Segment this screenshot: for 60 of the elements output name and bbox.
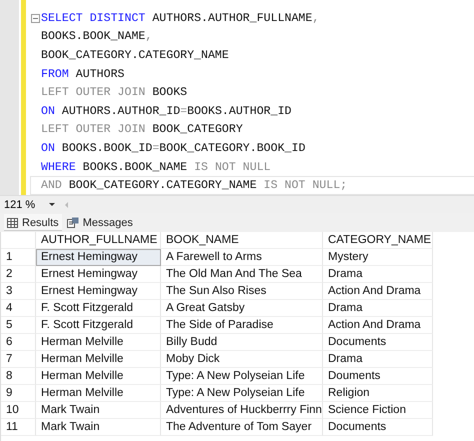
table-cell[interactable]: Ernest Hemingway xyxy=(36,249,161,266)
grid-icon xyxy=(7,218,18,228)
table-cell[interactable]: Herman Melville xyxy=(36,368,161,385)
result-tab[interactable]: Results xyxy=(4,214,62,231)
table-cell[interactable]: Herman Melville xyxy=(36,351,161,368)
row-number: 4 xyxy=(1,300,36,317)
table-cell[interactable]: Action And Drama xyxy=(323,283,433,300)
collapse-icon[interactable] xyxy=(31,14,40,23)
messages-icon xyxy=(66,217,79,228)
table-cell[interactable]: The Sun Also Rises xyxy=(161,283,323,300)
table-cell[interactable]: Ernest Hemingway xyxy=(36,283,161,300)
code-line: WHERE BOOKS.BOOK_NAME IS NOT NULL xyxy=(41,160,271,174)
table-cell[interactable]: Moby Dick xyxy=(161,351,323,368)
row-number: 7 xyxy=(1,351,36,368)
table-cell[interactable]: Adventures of Huckberrry Finn xyxy=(161,402,323,419)
row-number: 8 xyxy=(1,368,36,385)
table-cell[interactable]: Billy Budd xyxy=(161,334,323,351)
table-cell[interactable]: Herman Melville xyxy=(36,334,161,351)
column-header: BOOK_NAME xyxy=(161,232,323,249)
code-line: ON AUTHORS.AUTHOR_ID=BOOKS.AUTHOR_ID xyxy=(41,104,292,118)
row-number: 10 xyxy=(1,402,36,419)
table-cell[interactable]: Drama xyxy=(323,266,433,283)
table-cell[interactable]: Mark Twain xyxy=(36,402,161,419)
code-line: SELECT DISTINCT AUTHORS.AUTHOR_FULLNAME, xyxy=(41,12,320,25)
table-cell[interactable]: Type: A New Polyseian Life xyxy=(161,385,323,402)
table-cell[interactable]: Herman Melville xyxy=(36,385,161,402)
code-line: ON BOOKS.BOOK_ID=BOOK_CATEGORY.BOOK_ID xyxy=(41,142,306,155)
table-cell[interactable]: Mark Twain xyxy=(36,419,161,436)
table-cell[interactable]: The Adventure of Tom Sayer xyxy=(161,419,323,436)
table-cell[interactable]: Drama xyxy=(323,300,433,317)
table-cell[interactable]: Douments xyxy=(323,368,433,385)
code-line: LEFT OUTER JOIN BOOKS xyxy=(41,86,188,100)
table-cell[interactable]: Drama xyxy=(323,351,433,368)
table-cell[interactable]: A Farewell to Arms xyxy=(161,249,323,266)
table-cell[interactable]: Action And Drama xyxy=(323,317,433,334)
code-line: BOOK_CATEGORY.CATEGORY_NAME xyxy=(41,48,229,62)
row-number: 11 xyxy=(1,419,36,436)
row-number: 2 xyxy=(1,266,36,283)
table-cell[interactable]: Type: A New Polyseian Life xyxy=(161,368,323,385)
table-cell[interactable]: Ernest Hemingway xyxy=(36,266,161,283)
table-cell[interactable]: The Old Man And The Sea xyxy=(161,266,323,283)
table-cell[interactable]: Science Fiction xyxy=(323,402,433,419)
code-line: AND BOOK_CATEGORY.CATEGORY_NAME IS NOT NULL; xyxy=(41,179,348,192)
table-cell[interactable]: Religion xyxy=(323,385,433,402)
table-cell[interactable]: Mystery xyxy=(323,249,433,266)
row-number: 6 xyxy=(1,334,36,351)
row-number: 3 xyxy=(1,283,36,300)
table-cell[interactable]: A Great Gatsby xyxy=(161,300,323,317)
result-tab[interactable]: Messages xyxy=(64,214,136,231)
row-number: 9 xyxy=(1,385,36,402)
table-cell[interactable]: F. Scott Fitzgerald xyxy=(36,317,161,334)
table-cell[interactable]: Documents xyxy=(323,419,433,436)
column-header: CATEGORY_NAME xyxy=(323,232,433,249)
table-cell[interactable]: F. Scott Fitzgerald xyxy=(36,300,161,317)
code-line: FROM AUTHORS xyxy=(41,68,125,81)
table-cell[interactable]: The Side of Paradise xyxy=(161,317,323,334)
table-cell[interactable]: Documents xyxy=(323,334,433,351)
code-line: LEFT OUTER JOIN BOOK_CATEGORY xyxy=(41,123,243,136)
code-line: BOOKS.BOOK_NAME, xyxy=(41,30,152,44)
row-number: 5 xyxy=(1,317,36,334)
